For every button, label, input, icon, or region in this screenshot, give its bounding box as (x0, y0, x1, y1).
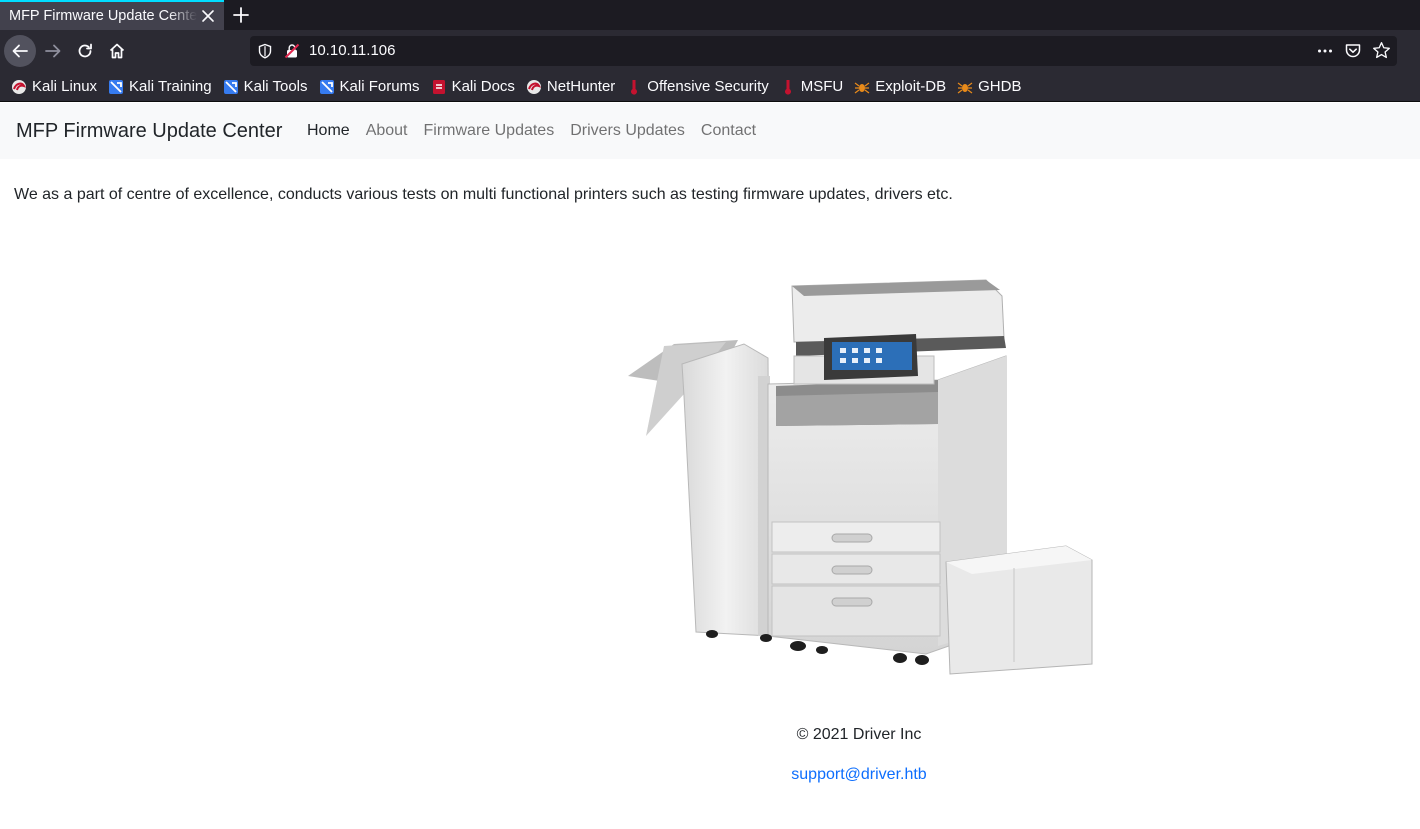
bookmark-kali-training[interactable]: Kali Training (108, 76, 212, 98)
bookmark-kali-docs[interactable]: Kali Docs (431, 76, 515, 98)
bookmark-kali-forums[interactable]: Kali Forums (319, 76, 420, 98)
pocket-icon[interactable] (1344, 42, 1362, 60)
bookmark-kali-linux[interactable]: Kali Linux (11, 76, 97, 98)
kali-dragon-icon (12, 79, 26, 94)
address-bar[interactable]: 10.10.11.106 (250, 36, 1397, 66)
copyright-text: © 2021 Driver Inc (796, 726, 922, 743)
nav-contact[interactable]: Contact (701, 122, 756, 140)
printer-image (628, 279, 1093, 675)
site-menu: Home About Firmware Updates Drivers Upda… (307, 122, 772, 140)
bookmark-kali-tools[interactable]: Kali Tools (223, 76, 308, 98)
tracking-shield-icon[interactable] (257, 43, 273, 59)
kali-tools-icon (223, 79, 238, 94)
kali-training-icon (109, 79, 124, 94)
nav-about[interactable]: About (366, 122, 408, 140)
site-navbar: MFP Firmware Update Center Home About Fi… (0, 103, 1420, 159)
home-icon (109, 43, 125, 59)
bookmark-ghdb[interactable]: GHDB (957, 76, 1021, 98)
exploit-db-icon (854, 82, 870, 93)
reload-button[interactable] (69, 35, 101, 67)
kali-forums-icon (319, 79, 334, 94)
ghdb-icon (957, 82, 973, 93)
site-brand[interactable]: MFP Firmware Update Center (16, 120, 282, 143)
intro-text: We as a part of centre of excellence, co… (14, 186, 953, 203)
bookmarks-toolbar: Kali Linux Kali Training Kali Tools Kali… (0, 72, 1420, 102)
msfu-icon (784, 79, 791, 95)
arrow-right-icon (45, 44, 61, 58)
forward-button[interactable] (37, 35, 69, 67)
tab-strip: MFP Firmware Update Center (0, 0, 1420, 30)
url-text[interactable]: 10.10.11.106 (309, 42, 395, 59)
support-email-link[interactable]: support@driver.htb (791, 766, 926, 783)
nav-drivers-updates[interactable]: Drivers Updates (570, 122, 685, 140)
bookmark-offensive-security[interactable]: Offensive Security (626, 76, 769, 98)
arrow-left-icon (12, 44, 28, 58)
page-actions-icon[interactable] (1316, 42, 1334, 60)
home-button[interactable] (101, 35, 133, 67)
navigation-toolbar: 10.10.11.106 (0, 30, 1420, 72)
bookmark-exploit-db[interactable]: Exploit-DB (854, 76, 946, 98)
active-tab[interactable]: MFP Firmware Update Center (0, 0, 224, 30)
close-tab-icon[interactable] (198, 6, 218, 26)
tab-title: MFP Firmware Update Center (9, 8, 197, 24)
nav-firmware-updates[interactable]: Firmware Updates (424, 122, 555, 140)
bookmark-msfu[interactable]: MSFU (780, 76, 843, 98)
nethunter-icon (526, 79, 541, 94)
kali-docs-icon (432, 79, 445, 94)
new-tab-icon[interactable] (229, 3, 253, 27)
support-email: support@driver.htb (0, 766, 1420, 784)
nav-home[interactable]: Home (307, 122, 350, 140)
insecure-lock-icon[interactable] (284, 43, 300, 59)
bookmark-nethunter[interactable]: NetHunter (526, 76, 615, 98)
back-button[interactable] (4, 35, 36, 67)
reload-icon (78, 43, 92, 58)
bookmark-star-icon[interactable] (1372, 41, 1391, 60)
offsec-icon (631, 79, 638, 95)
